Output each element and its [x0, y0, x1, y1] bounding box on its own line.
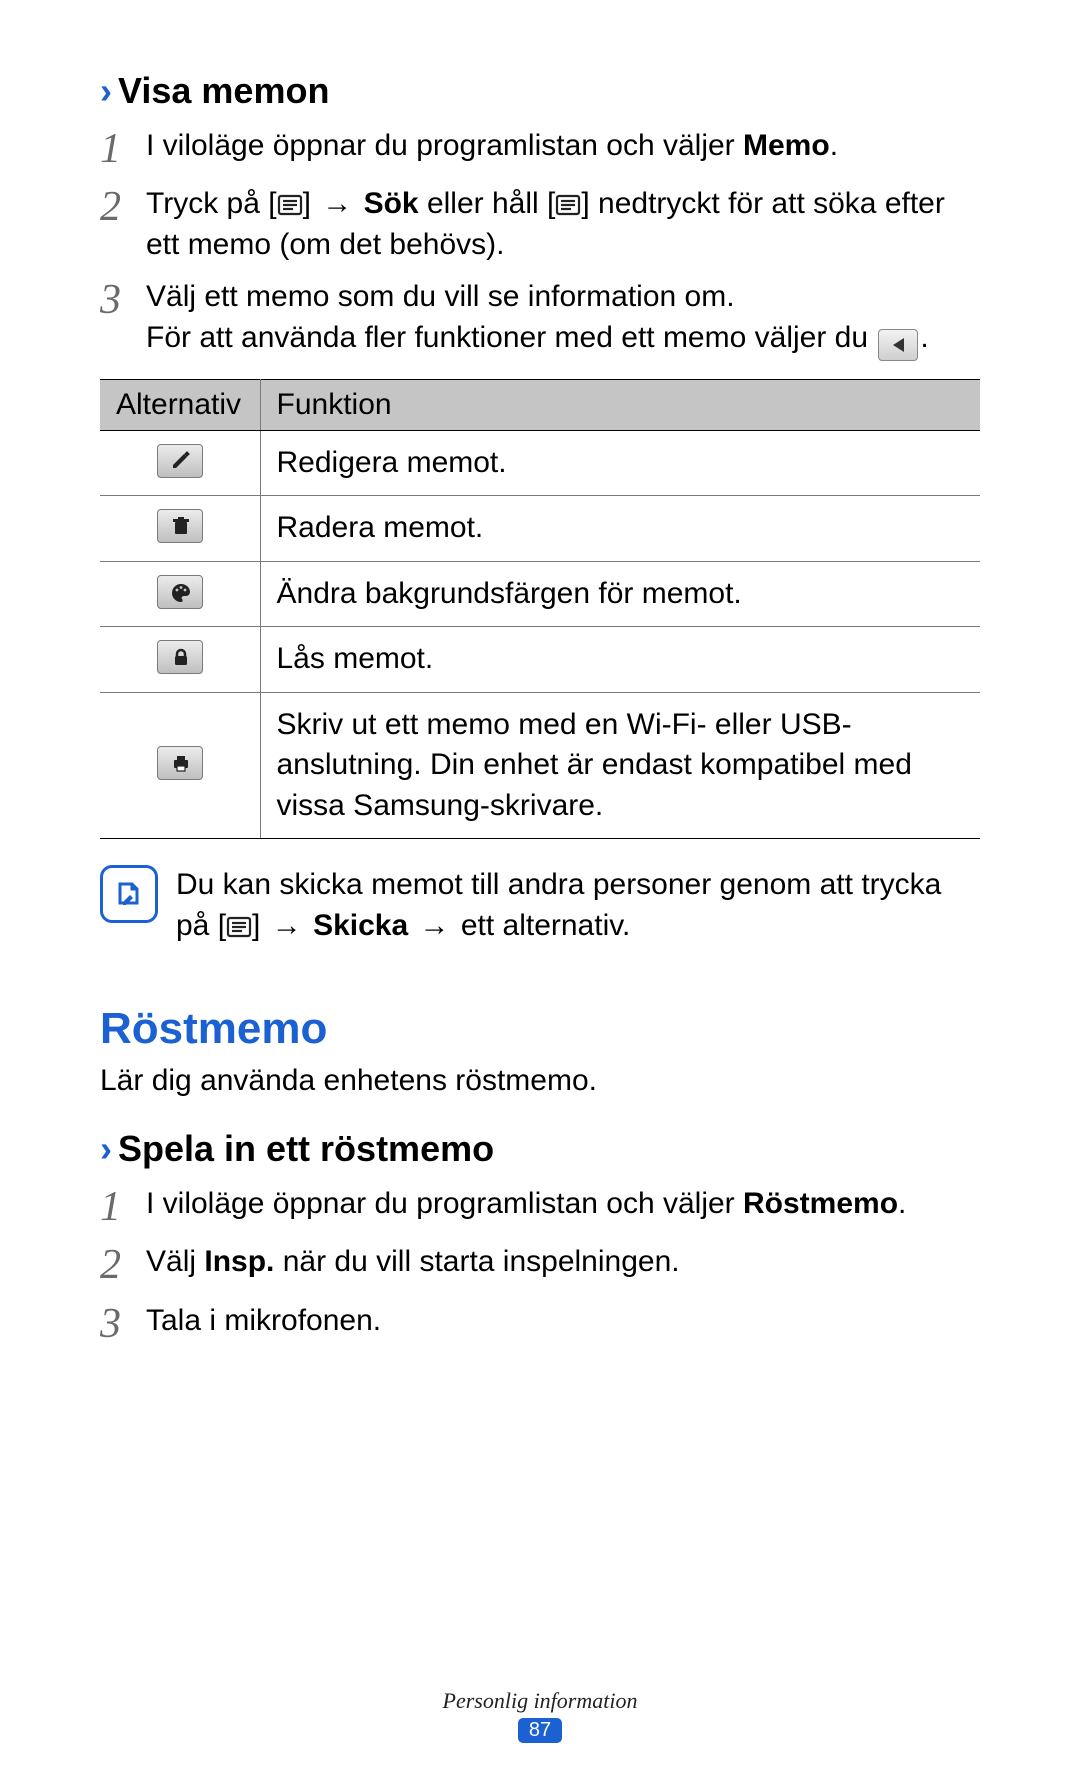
table-row: Radera memot.: [100, 496, 980, 562]
lock-icon: [169, 646, 191, 668]
pencil-icon: [169, 450, 191, 472]
note-box: Du kan skicka memot till andra personer …: [100, 865, 980, 946]
table-cell: Lås memot.: [260, 627, 980, 693]
triangle-left-icon: [893, 338, 904, 352]
step-number: 1: [100, 1184, 146, 1230]
table-head-alternativ: Alternativ: [100, 379, 260, 430]
color-button[interactable]: [157, 575, 203, 609]
steps-rostmemo: 1 I viloläge öppnar du programlistan och…: [100, 1184, 980, 1347]
table-row: Ändra bakgrundsfärgen för memot.: [100, 561, 980, 627]
heading-visa-memon: › Visa memon: [100, 70, 980, 112]
menu-icon: [555, 194, 581, 216]
heading-spela-in: › Spela in ett röstmemo: [100, 1128, 980, 1170]
page-footer: Personlig information 87: [0, 1688, 1080, 1743]
table-cell: Skriv ut ett memo med en Wi-Fi- eller US…: [260, 692, 980, 839]
step-1: 1 I viloläge öppnar du programlistan och…: [100, 126, 980, 172]
arrow-left-button[interactable]: [878, 329, 918, 361]
heading-text: Spela in ett röstmemo: [118, 1128, 494, 1170]
step-3: 3 Tala i mikrofonen.: [100, 1301, 980, 1347]
intro-text: Lär dig använda enhetens röstmemo.: [100, 1064, 980, 1098]
table-head-funktion: Funktion: [260, 379, 980, 430]
menu-icon: [277, 194, 303, 216]
lock-button[interactable]: [157, 640, 203, 674]
edit-button[interactable]: [157, 444, 203, 478]
step-number: 2: [100, 184, 146, 265]
page-number-badge: 87: [518, 1718, 562, 1743]
step-number: 1: [100, 126, 146, 172]
table-row: Skriv ut ett memo med en Wi-Fi- eller US…: [100, 692, 980, 839]
delete-button[interactable]: [157, 509, 203, 543]
trash-icon: [169, 515, 191, 537]
step-number: 2: [100, 1242, 146, 1288]
print-icon: [169, 752, 191, 774]
step-1: 1 I viloläge öppnar du programlistan och…: [100, 1184, 980, 1230]
print-button[interactable]: [157, 746, 203, 780]
table-cell: Radera memot.: [260, 496, 980, 562]
heading-text: Visa memon: [118, 70, 329, 112]
table-row: Lås memot.: [100, 627, 980, 693]
heading-rostmemo: Röstmemo: [100, 1004, 980, 1054]
menu-icon: [226, 916, 252, 938]
step-2: 2 Tryck på [] → Sök eller håll [] nedtry…: [100, 184, 980, 265]
table-cell: Redigera memot.: [260, 430, 980, 496]
footer-chapter: Personlig information: [0, 1688, 1080, 1714]
chevron-icon: ›: [100, 70, 112, 112]
note-icon: [100, 865, 158, 923]
palette-icon: [169, 581, 191, 603]
options-table: Alternativ Funktion Redigera memot. Rade…: [100, 379, 980, 840]
step-number: 3: [100, 277, 146, 361]
table-cell: Ändra bakgrundsfärgen för memot.: [260, 561, 980, 627]
step-2: 2 Välj Insp. när du vill starta inspelni…: [100, 1242, 980, 1288]
steps-visa-memon: 1 I viloläge öppnar du programlistan och…: [100, 126, 980, 361]
step-number: 3: [100, 1301, 146, 1347]
chevron-icon: ›: [100, 1128, 112, 1170]
step-3: 3 Välj ett memo som du vill se informati…: [100, 277, 980, 361]
table-row: Redigera memot.: [100, 430, 980, 496]
